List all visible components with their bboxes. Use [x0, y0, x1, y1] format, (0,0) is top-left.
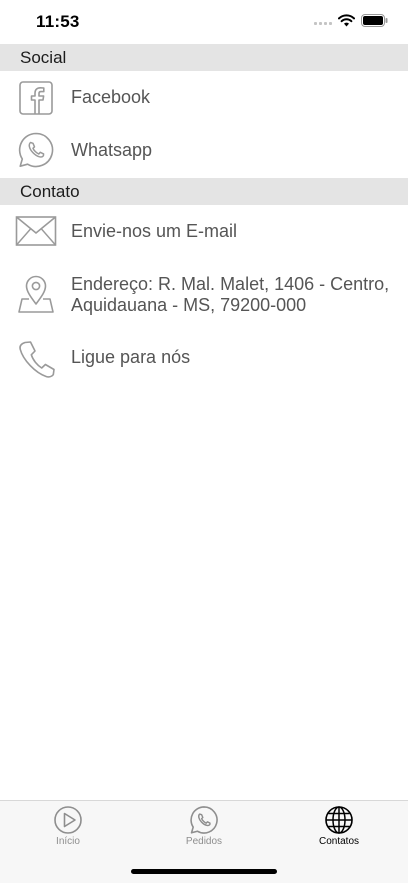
home-indicator [131, 869, 277, 874]
list-item-label: Envie-nos um E-mail [71, 221, 238, 241]
location-pin-icon [16, 274, 56, 314]
whatsapp-icon [16, 130, 56, 170]
list-item-whatsapp[interactable]: Whatsapp [0, 124, 408, 178]
list-item-label: Ligue para nós [71, 347, 191, 367]
status-icons [314, 14, 388, 27]
wifi-icon [338, 14, 355, 27]
status-time: 11:53 [36, 12, 80, 31]
list-item-phone[interactable]: Ligue para nós [0, 334, 408, 382]
phone-icon [16, 339, 56, 379]
globe-icon [325, 806, 353, 834]
list-item-label: Endereço: R. Mal. Malet, 1406 - Centro, … [71, 274, 390, 315]
list-item-label: Facebook [71, 87, 151, 107]
battery-icon [361, 14, 388, 27]
list-item-label: Whatsapp [71, 140, 153, 160]
whatsapp-icon [190, 806, 218, 834]
section-header-social: Social [0, 44, 408, 71]
tab-label: Pedidos [185, 836, 223, 847]
status-bar: 11:53 [0, 0, 408, 44]
tab-contatos[interactable]: Contatos [289, 805, 389, 855]
list-item-facebook[interactable]: Facebook [0, 72, 408, 124]
list-item-email[interactable]: Envie-nos um E-mail [0, 206, 408, 256]
tab-pedidos[interactable]: Pedidos [154, 805, 254, 855]
play-icon [54, 806, 82, 834]
section-header-contato: Contato [0, 178, 408, 205]
tab-label: Contatos [318, 836, 360, 847]
mail-icon [14, 211, 58, 251]
tab-label: Início [56, 836, 80, 847]
tab-inicio[interactable]: Início [18, 805, 118, 855]
signal-icon [314, 21, 332, 25]
facebook-icon [16, 78, 56, 118]
list-item-address[interactable]: Endereço: R. Mal. Malet, 1406 - Centro, … [0, 256, 408, 334]
